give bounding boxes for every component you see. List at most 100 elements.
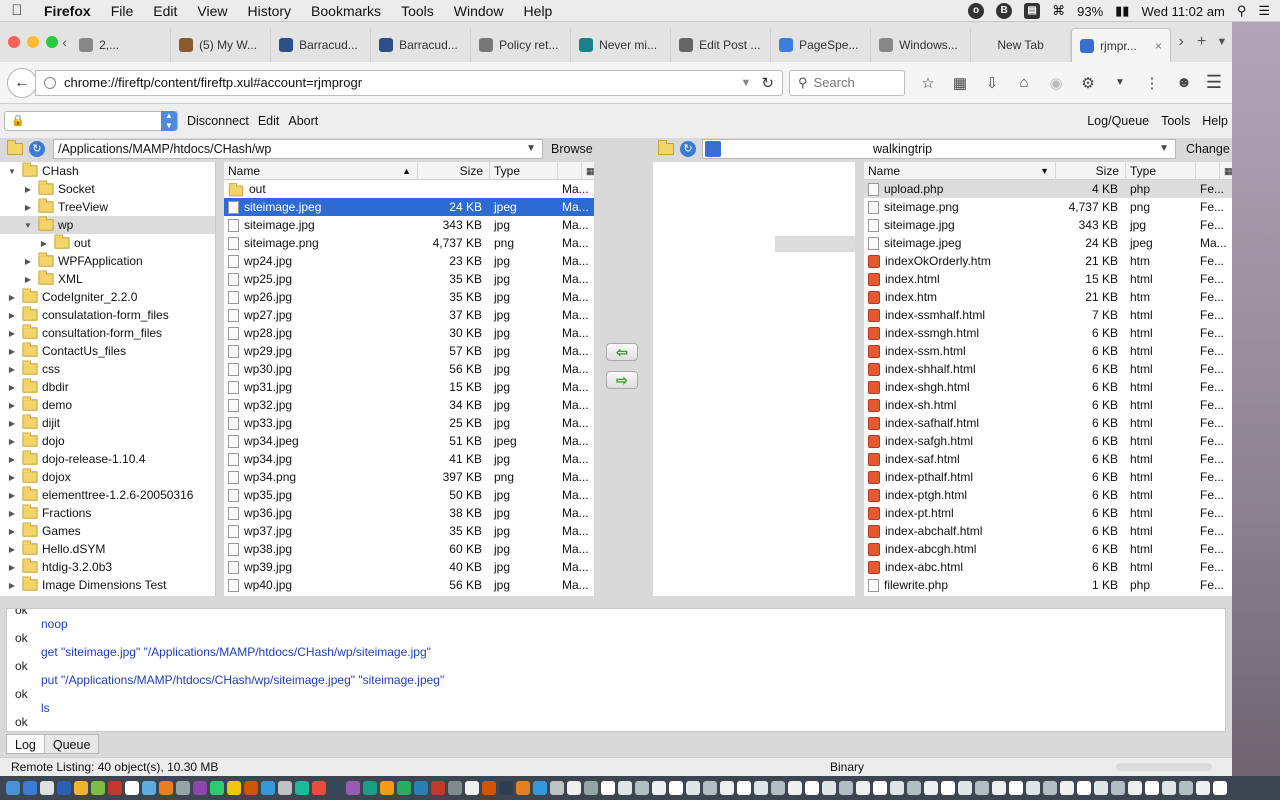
tree-item[interactable]: ▶ Hello.dSYM xyxy=(0,540,215,558)
reading-list-icon[interactable]: ▦ xyxy=(949,74,971,92)
close-tab-icon[interactable]: × xyxy=(1155,39,1162,53)
file-row[interactable]: index-ptgh.html 6 KB html Fe... xyxy=(864,486,1232,504)
menu-file[interactable]: File xyxy=(101,3,144,19)
tree-item[interactable]: ▼ CHash xyxy=(0,162,215,180)
dock-app-icon[interactable] xyxy=(278,781,292,795)
tree-item[interactable]: ▶ Fractions xyxy=(0,504,215,522)
file-row[interactable]: wp38.jpg 60 KB jpg Ma... xyxy=(224,540,594,558)
bookmark-star-icon[interactable]: ☆ xyxy=(917,74,939,92)
collapsed-triangle-icon[interactable]: ▶ xyxy=(6,293,18,302)
collapsed-triangle-icon[interactable]: ▶ xyxy=(6,383,18,392)
browser-tab[interactable]: Edit Post ... xyxy=(671,28,772,62)
log-panel[interactable]: ok noop ok get "siteimage.jpg" "/Applicatio… xyxy=(6,608,1226,732)
local-file-list[interactable]: Name ▲ Size Type ▦ out Ma... siteimage.jpeg… xyxy=(224,162,594,596)
menu-hamburger-icon[interactable]: ☰ xyxy=(1206,72,1222,93)
file-row[interactable]: wp30.jpg 56 KB jpg Ma... xyxy=(224,360,594,378)
file-row[interactable]: wp29.jpg 57 KB jpg Ma... xyxy=(224,342,594,360)
tree-item[interactable]: ▶ consulatation-form_files xyxy=(0,306,215,324)
collapsed-triangle-icon[interactable]: ▶ xyxy=(6,545,18,554)
scroll-tabs-left-icon[interactable]: ‹ xyxy=(58,22,71,62)
url-history-dropdown-icon[interactable]: ▼ xyxy=(741,77,752,89)
dock-app-icon[interactable] xyxy=(890,781,904,795)
tools-menu[interactable]: Tools xyxy=(1161,114,1190,128)
tree-item[interactable]: ▶ htdig-3.2.0b3 xyxy=(0,558,215,576)
file-row[interactable]: wp26.jpg 35 KB jpg Ma... xyxy=(224,288,594,306)
sync-icon[interactable]: ◉ xyxy=(1045,74,1067,92)
dock-app-icon[interactable] xyxy=(363,781,377,795)
wifi-icon[interactable]: ⌘ xyxy=(1052,3,1065,19)
dock-app-icon[interactable] xyxy=(159,781,173,795)
dock-app-icon[interactable] xyxy=(295,781,309,795)
battery-icon[interactable]: ▮▮ xyxy=(1115,3,1129,19)
dock-app-icon[interactable] xyxy=(57,781,71,795)
dock-app-icon[interactable] xyxy=(261,781,275,795)
extension-dropdown-icon[interactable]: ▼ xyxy=(1109,77,1131,88)
file-row[interactable]: index-pthalf.html 6 KB html Fe... xyxy=(864,468,1232,486)
file-row[interactable]: siteimage.jpg 343 KB jpg Ma... xyxy=(224,216,594,234)
browser-tab[interactable]: Barracud... xyxy=(371,28,472,62)
hello-icon[interactable]: ☻ xyxy=(1173,74,1195,91)
more-extensions-icon[interactable]: ⋮ xyxy=(1141,74,1163,92)
collapsed-triangle-icon[interactable]: ▶ xyxy=(6,401,18,410)
local-parent-folder-icon[interactable] xyxy=(7,140,23,155)
tree-item[interactable]: ▶ css xyxy=(0,360,215,378)
disconnect-button[interactable]: Disconnect xyxy=(187,114,249,128)
collapsed-triangle-icon[interactable]: ▶ xyxy=(6,347,18,356)
remote-parent-folder-icon[interactable] xyxy=(658,140,674,155)
local-col-date[interactable] xyxy=(558,162,582,180)
dock-app-icon[interactable] xyxy=(686,781,700,795)
local-col-name[interactable]: Name ▲ xyxy=(224,162,418,180)
file-row[interactable]: index-abchalf.html 6 KB html Fe... xyxy=(864,522,1232,540)
dock-app-icon[interactable] xyxy=(40,781,54,795)
remote-col-date[interactable] xyxy=(1196,162,1220,180)
file-row[interactable]: index.htm 21 KB htm Fe... xyxy=(864,288,1232,306)
dock-app-icon[interactable] xyxy=(1162,781,1176,795)
file-row[interactable]: index-abcgh.html 6 KB html Fe... xyxy=(864,540,1232,558)
tree-item[interactable]: ▶ dojo-release-1.10.4 xyxy=(0,450,215,468)
dock-app-icon[interactable] xyxy=(380,781,394,795)
tree-item[interactable]: ▶ out xyxy=(0,234,215,252)
file-row[interactable]: wp33.jpg 25 KB jpg Ma... xyxy=(224,414,594,432)
home-icon[interactable]: ⌂ xyxy=(1013,74,1035,91)
dock-app-icon[interactable] xyxy=(992,781,1006,795)
browser-tab[interactable]: New Tab xyxy=(971,28,1072,62)
abort-button[interactable]: Abort xyxy=(288,114,318,128)
dock-app-icon[interactable] xyxy=(1043,781,1057,795)
menu-tools[interactable]: Tools xyxy=(391,3,444,19)
dock-app-icon[interactable] xyxy=(652,781,666,795)
collapsed-triangle-icon[interactable]: ▶ xyxy=(6,527,18,536)
dock-app-icon[interactable] xyxy=(584,781,598,795)
file-row[interactable]: upload.php 4 KB php Fe... xyxy=(864,180,1232,198)
file-row[interactable]: wp25.jpg 35 KB jpg Ma... xyxy=(224,270,594,288)
file-row[interactable]: siteimage.png 4,737 KB png Ma... xyxy=(224,234,594,252)
browser-tab[interactable]: PageSpe... xyxy=(771,28,872,62)
dock-app-icon[interactable] xyxy=(142,781,156,795)
file-row[interactable]: wp34.jpg 41 KB jpg Ma... xyxy=(224,450,594,468)
tree-item[interactable]: ▶ TreeView xyxy=(0,198,215,216)
dock-app-icon[interactable] xyxy=(1111,781,1125,795)
collapsed-triangle-icon[interactable]: ▶ xyxy=(6,473,18,482)
file-row[interactable]: index-pt.html 6 KB html Fe... xyxy=(864,504,1232,522)
dock-app-icon[interactable] xyxy=(856,781,870,795)
dock-app-icon[interactable] xyxy=(635,781,649,795)
download-arrow-button[interactable]: ⇦ xyxy=(606,343,638,361)
tree-item[interactable]: ▶ CodeIgniter_2.2.0 xyxy=(0,288,215,306)
local-col-type[interactable]: Type xyxy=(490,162,558,180)
url-text[interactable]: chrome://fireftp/content/fireftp.xul#acc… xyxy=(64,75,741,90)
dock-app-icon[interactable] xyxy=(125,781,139,795)
browser-tab[interactable]: 2,... xyxy=(71,28,172,62)
dock-app-icon[interactable] xyxy=(941,781,955,795)
dock-app-icon[interactable] xyxy=(720,781,734,795)
dock-app-icon[interactable] xyxy=(788,781,802,795)
remote-column-picker-icon[interactable]: ▦ xyxy=(1220,162,1232,180)
dock-app-icon[interactable] xyxy=(873,781,887,795)
file-row[interactable]: index-safgh.html 6 KB html Fe... xyxy=(864,432,1232,450)
dock-app-icon[interactable] xyxy=(329,781,343,795)
remote-file-list[interactable]: Name ▼ Size Type ▦ upload.php 4 KB php Fe...… xyxy=(864,162,1232,596)
remote-refresh-icon[interactable]: ↻ xyxy=(680,141,696,157)
menu-bookmarks[interactable]: Bookmarks xyxy=(301,3,391,19)
file-row[interactable]: wp37.jpg 35 KB jpg Ma... xyxy=(224,522,594,540)
dock-app-icon[interactable] xyxy=(193,781,207,795)
collapsed-triangle-icon[interactable]: ▶ xyxy=(6,563,18,572)
file-row[interactable]: index.html 15 KB html Fe... xyxy=(864,270,1232,288)
